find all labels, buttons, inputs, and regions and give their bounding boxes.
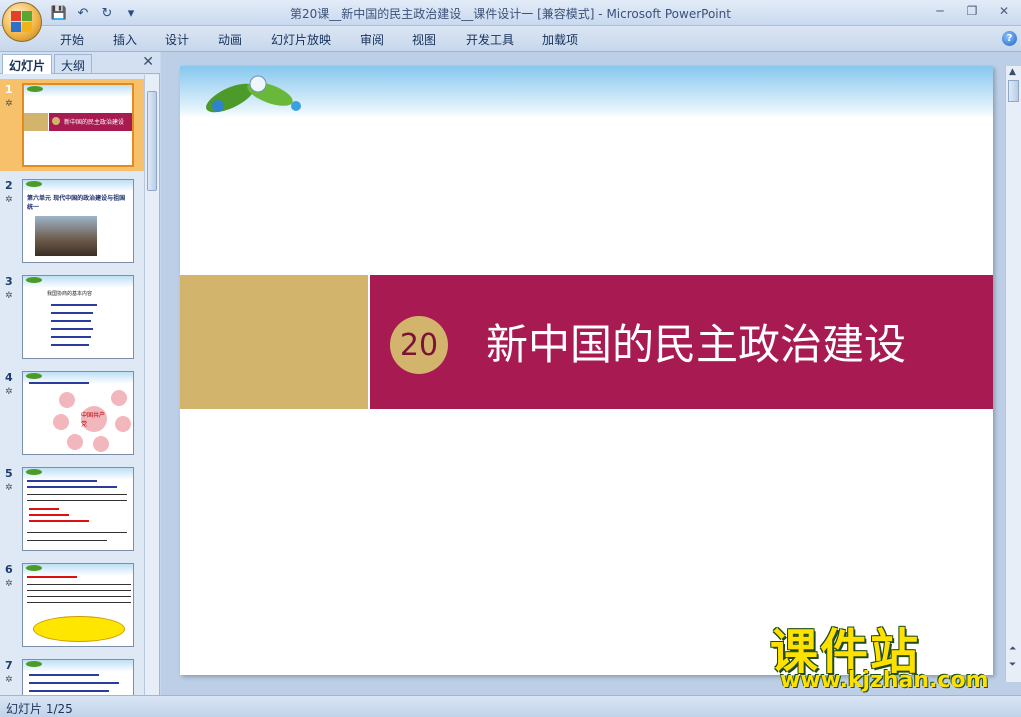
title-bar: 💾 ↶ ↻ ▾ 第20课__新中国的民主政治建设__课件设计一 [兼容模式] -… — [0, 0, 1021, 26]
thumbnail-title: 新中国的民主政治建设 — [64, 119, 125, 126]
thumbnail-image: 第六单元 现代中国的政治建设与祖国统一 — [22, 179, 134, 263]
tab-animations[interactable]: 动画 — [218, 31, 242, 48]
slide-number: 3 — [5, 275, 13, 288]
thumbnail-image: 新中国的民主政治建设 — [22, 83, 134, 167]
scrollbar-thumb[interactable] — [147, 91, 157, 191]
tab-slides[interactable]: 幻灯片 — [2, 54, 53, 74]
slide-thumbnail-2[interactable]: 2 ✲ 第六单元 现代中国的政治建设与祖国统一 — [0, 175, 144, 267]
animation-star-icon: ✲ — [5, 579, 13, 589]
slide-thumbnail-7[interactable]: 7 ✲ — [0, 655, 144, 695]
tab-developer[interactable]: 开发工具 — [466, 31, 514, 48]
slide-thumbnail-4[interactable]: 4 ✲ 中国共产党 — [0, 367, 144, 459]
slides-pane: 幻灯片 大纲 ✕ 1 ✲ 新中国的民主政治建设 2 ✲ 第六单元 现代中国的政治… — [0, 52, 160, 695]
thumbnail-title: 我国协商的基本内容 — [47, 291, 93, 297]
slide-thumbnail-3[interactable]: 3 ✲ 我国协商的基本内容 — [0, 271, 144, 363]
slide-thumbnail-1[interactable]: 1 ✲ 新中国的民主政治建设 — [0, 79, 144, 171]
close-pane-icon[interactable]: ✕ — [142, 54, 154, 70]
tab-slide-show[interactable]: 幻灯片放映 — [271, 31, 331, 48]
previous-slide-icon[interactable]: ⏶ — [1009, 644, 1016, 654]
status-bar: 幻灯片 1/25 — [0, 695, 1021, 717]
tab-view[interactable]: 视图 — [412, 31, 436, 48]
tab-add-ins[interactable]: 加载项 — [542, 31, 578, 48]
thumbnail-title: 中国共产党 — [81, 406, 107, 432]
animation-star-icon: ✲ — [5, 99, 13, 109]
thumbnail-title: 第六单元 现代中国的政治建设与祖国统一 — [27, 195, 126, 211]
pane-tabs: 幻灯片 大纲 ✕ — [0, 52, 160, 74]
tab-review[interactable]: 审阅 — [360, 31, 384, 48]
leaf-decoration-icon — [206, 75, 301, 113]
slide-number: 5 — [5, 467, 13, 480]
slide-thumbnails: 1 ✲ 新中国的民主政治建设 2 ✲ 第六单元 现代中国的政治建设与祖国统一 3… — [0, 75, 144, 695]
office-logo-icon — [11, 11, 33, 33]
slide-title[interactable]: 新中国的民主政治建设 — [486, 316, 906, 374]
thumbnail-image: 中国共产党 — [22, 371, 134, 455]
scrollbar-thumb[interactable] — [1008, 80, 1019, 102]
slide-thumbnail-5[interactable]: 5 ✲ — [0, 463, 144, 555]
watermark-url: www.kjzhan.com — [780, 668, 989, 693]
lesson-number-badge: 20 — [390, 316, 448, 374]
slide-number: 2 — [5, 179, 13, 192]
slide-scrollbar[interactable]: ▲ ⏶ ⏷ — [1005, 66, 1021, 682]
scroll-up-icon[interactable]: ▲ — [1009, 67, 1016, 77]
tab-insert[interactable]: 插入 — [113, 31, 137, 48]
animation-star-icon: ✲ — [5, 483, 13, 493]
office-button[interactable] — [2, 2, 42, 42]
minimize-icon[interactable]: ─ — [929, 2, 951, 20]
title-band-gold — [180, 275, 368, 409]
close-icon[interactable]: ✕ — [993, 2, 1015, 20]
window-controls: ─ ❐ ✕ — [929, 2, 1015, 20]
thumbnails-scrollbar[interactable] — [144, 75, 159, 695]
slide-editing-area: 20 新中国的民主政治建设 ▲ ⏶ ⏷ — [161, 52, 1021, 695]
help-icon[interactable]: ? — [1002, 31, 1017, 46]
tab-outline[interactable]: 大纲 — [54, 54, 93, 74]
tab-home[interactable]: 开始 — [60, 31, 84, 48]
slide-indicator: 幻灯片 1/25 — [6, 702, 73, 716]
thumbnail-image — [22, 659, 134, 695]
slide-number: 4 — [5, 371, 13, 384]
animation-star-icon: ✲ — [5, 387, 13, 397]
restore-icon[interactable]: ❐ — [961, 2, 983, 20]
slide-number: 1 — [5, 83, 13, 96]
ribbon-tabs: 开始 插入 设计 动画 幻灯片放映 审阅 视图 开发工具 加载项 ? — [0, 26, 1021, 52]
animation-star-icon: ✲ — [5, 195, 13, 205]
window-title: 第20课__新中国的民主政治建设__课件设计一 [兼容模式] - Microso… — [290, 7, 731, 21]
animation-star-icon: ✲ — [5, 291, 13, 301]
slide-canvas[interactable]: 20 新中国的民主政治建设 — [180, 66, 993, 675]
thumbnail-image — [22, 563, 134, 647]
slide-number: 7 — [5, 659, 13, 672]
animation-star-icon: ✲ — [5, 675, 13, 685]
thumbnail-image — [22, 467, 134, 551]
slide-number: 6 — [5, 563, 13, 576]
tab-design[interactable]: 设计 — [165, 31, 189, 48]
thumbnail-image: 我国协商的基本内容 — [22, 275, 134, 359]
next-slide-icon[interactable]: ⏷ — [1009, 660, 1016, 670]
slide-thumbnail-6[interactable]: 6 ✲ — [0, 559, 144, 651]
